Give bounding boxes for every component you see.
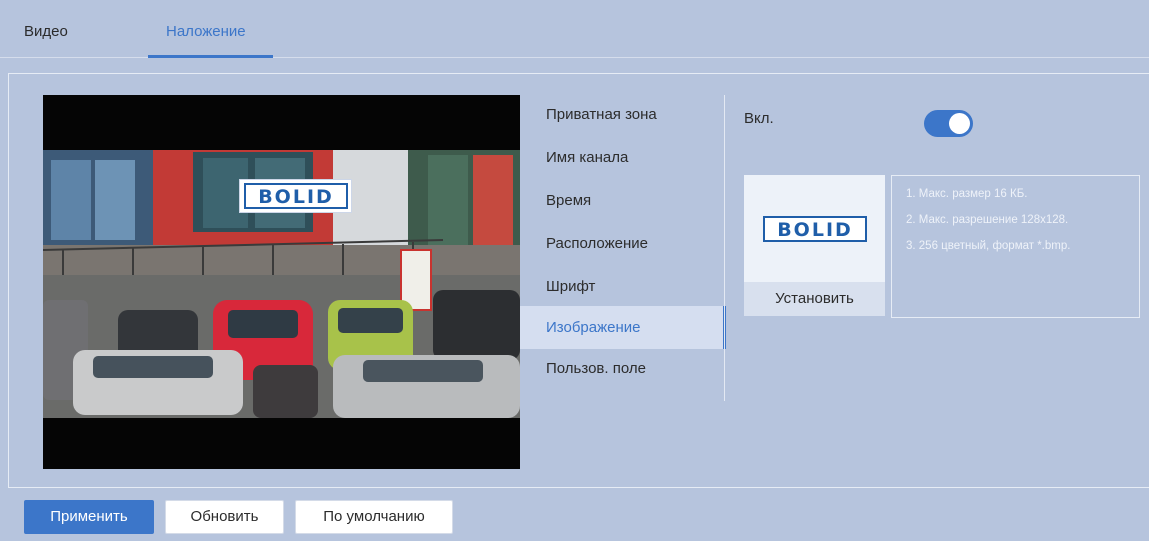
enable-label: Вкл. bbox=[744, 110, 774, 127]
video-preview: BOLID bbox=[43, 95, 520, 469]
menu-item-custom-field[interactable]: Пользов. поле bbox=[520, 347, 726, 390]
hint-max-resolution: 2. Макс. разрешение 128x128. bbox=[906, 214, 1069, 226]
menu-item-image[interactable]: Изображение bbox=[520, 306, 726, 349]
hint-format: 3. 256 цветный, формат *.bmp. bbox=[906, 240, 1071, 252]
menu-item-privacy-zone[interactable]: Приватная зона bbox=[520, 93, 726, 136]
enable-toggle[interactable] bbox=[924, 110, 973, 137]
install-button[interactable]: Установить bbox=[744, 282, 885, 316]
logo-image-box: BOLID Установить bbox=[744, 175, 885, 316]
menu-item-location[interactable]: Расположение bbox=[520, 222, 726, 265]
preview-logo-text: BOLID bbox=[258, 186, 334, 208]
menu-divider bbox=[724, 95, 725, 401]
refresh-button[interactable]: Обновить bbox=[165, 500, 284, 534]
active-tab-indicator bbox=[148, 55, 273, 58]
requirements-box: 1. Макс. размер 16 КБ. 2. Макс. разрешен… bbox=[891, 175, 1140, 318]
tab-overlay[interactable]: Наложение bbox=[166, 23, 246, 40]
menu-item-channel-name[interactable]: Имя канала bbox=[520, 136, 726, 179]
preview-logo-overlay[interactable]: BOLID bbox=[239, 179, 352, 213]
toggle-knob bbox=[949, 113, 970, 134]
menu-item-font[interactable]: Шрифт bbox=[520, 265, 726, 308]
overlay-settings-page: Видео Наложение BOLID Приватная зона Имя… bbox=[0, 0, 1149, 541]
hint-max-size: 1. Макс. размер 16 КБ. bbox=[906, 188, 1028, 200]
menu-item-time[interactable]: Время bbox=[520, 179, 726, 222]
tab-bar: Видео Наложение bbox=[0, 12, 1149, 58]
apply-button[interactable]: Применить bbox=[24, 500, 154, 534]
thumbnail-logo-text: BOLID bbox=[777, 219, 853, 241]
bolid-logo-icon: BOLID bbox=[243, 183, 348, 209]
tab-video[interactable]: Видео bbox=[24, 23, 68, 40]
bolid-thumbnail-icon: BOLID bbox=[762, 215, 867, 242]
default-button[interactable]: По умолчанию bbox=[295, 500, 453, 534]
logo-thumbnail: BOLID bbox=[744, 175, 885, 282]
